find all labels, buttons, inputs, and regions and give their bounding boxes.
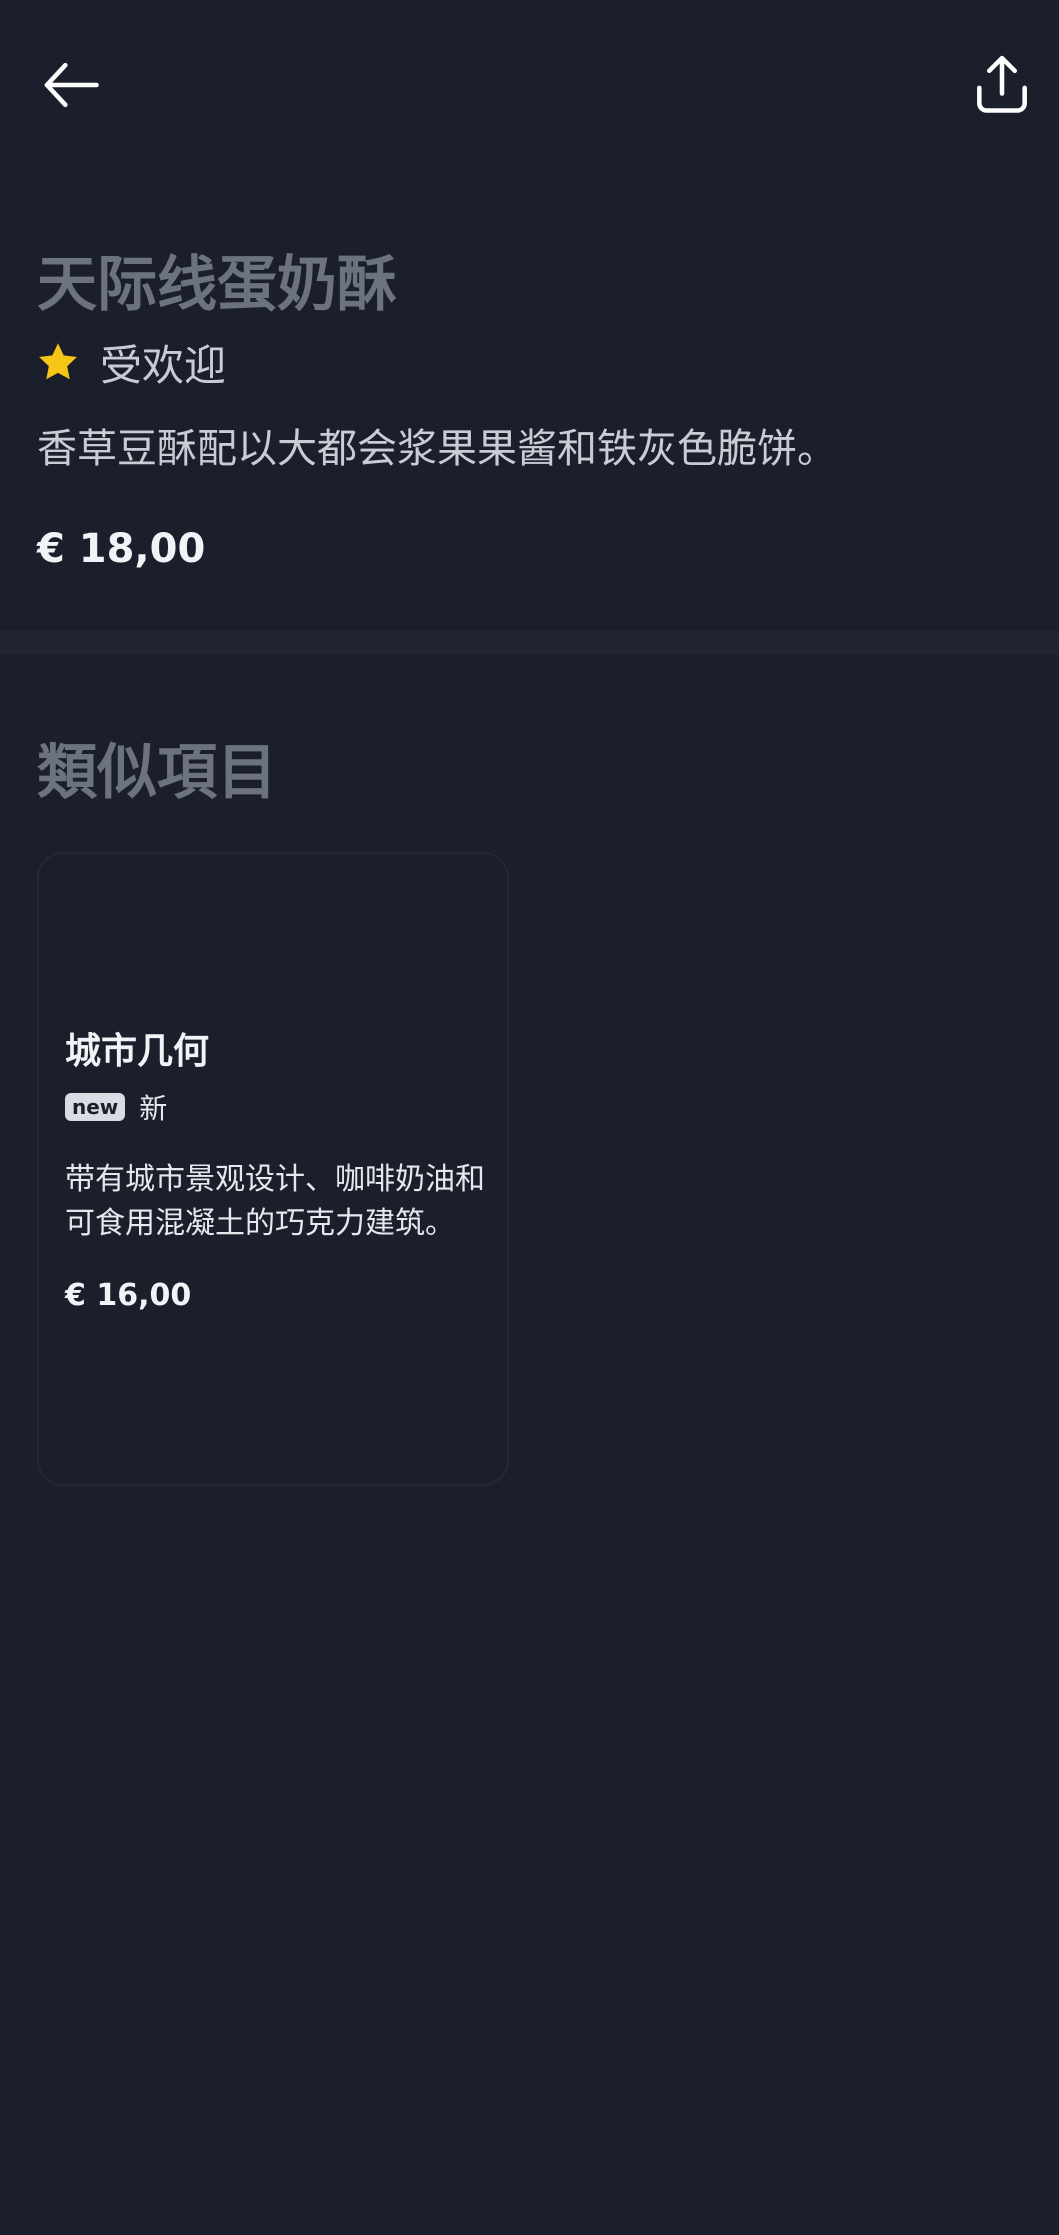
similar-items-heading: 類似項目: [37, 738, 277, 808]
back-button[interactable]: [26, 40, 116, 130]
product-detail-page: 天际线蛋奶酥 受欢迎 香草豆酥配以大都会浆果果酱和铁灰色脆饼。 € 18,00 …: [0, 0, 1059, 2235]
new-badge: new 新: [65, 1090, 168, 1125]
share-icon: [977, 55, 1027, 113]
section-divider: [0, 630, 1059, 654]
badge-label: 受欢迎: [100, 340, 227, 390]
popular-badge: 受欢迎: [36, 334, 226, 390]
arrow-left-icon: [44, 62, 99, 108]
product-description: 香草豆酥配以大都会浆果果酱和铁灰色脆饼。: [37, 426, 837, 472]
star-icon: [39, 343, 77, 380]
card-title: 城市几何: [65, 1031, 210, 1072]
card-description: 带有城市景观设计、咖啡奶油和可食用混凝土的巧克力建筑。: [65, 1162, 485, 1241]
product-price: € 18,00: [37, 526, 206, 572]
share-button[interactable]: [957, 40, 1047, 130]
similar-item-card[interactable]: 城市几何 new 新 带有城市景观设计、咖啡奶油和可食用混凝土的巧克力建筑。 €…: [37, 852, 509, 1486]
card-price: € 16,00: [65, 1278, 192, 1313]
product-title: 天际线蛋奶酥: [37, 250, 397, 320]
new-chip: new: [65, 1093, 126, 1121]
new-label: 新: [139, 1092, 168, 1125]
top-bar: [0, 0, 1059, 170]
